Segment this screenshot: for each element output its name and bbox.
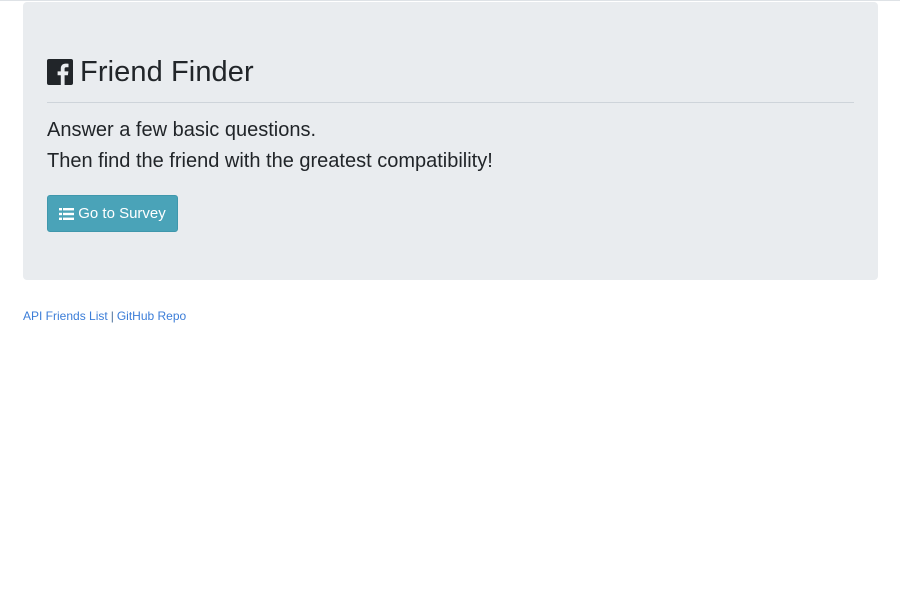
- list-icon: [59, 207, 75, 220]
- page-title: Friend Finder: [80, 56, 254, 88]
- footer-separator: |: [110, 309, 114, 323]
- lead-line-1: Answer a few basic questions.: [47, 119, 317, 141]
- go-to-survey-button[interactable]: Go to Survey: [47, 195, 178, 232]
- lead-line-2: Then find the friend with the greatest c…: [47, 150, 493, 172]
- top-border: [0, 0, 900, 1]
- go-to-survey-label: Go to Survey: [78, 205, 166, 222]
- footer-links: API Friends List | GitHub Repo: [23, 308, 186, 324]
- jumbotron: Friend Finder Answer a few basic questio…: [23, 2, 878, 280]
- lead-text: Answer a few basic questions. Then find …: [47, 115, 493, 177]
- facebook-square-icon: [47, 59, 73, 85]
- divider: [47, 102, 854, 103]
- api-friends-list-link[interactable]: API Friends List: [23, 309, 108, 323]
- page-header: Friend Finder: [47, 54, 254, 90]
- github-repo-link[interactable]: GitHub Repo: [117, 309, 186, 323]
